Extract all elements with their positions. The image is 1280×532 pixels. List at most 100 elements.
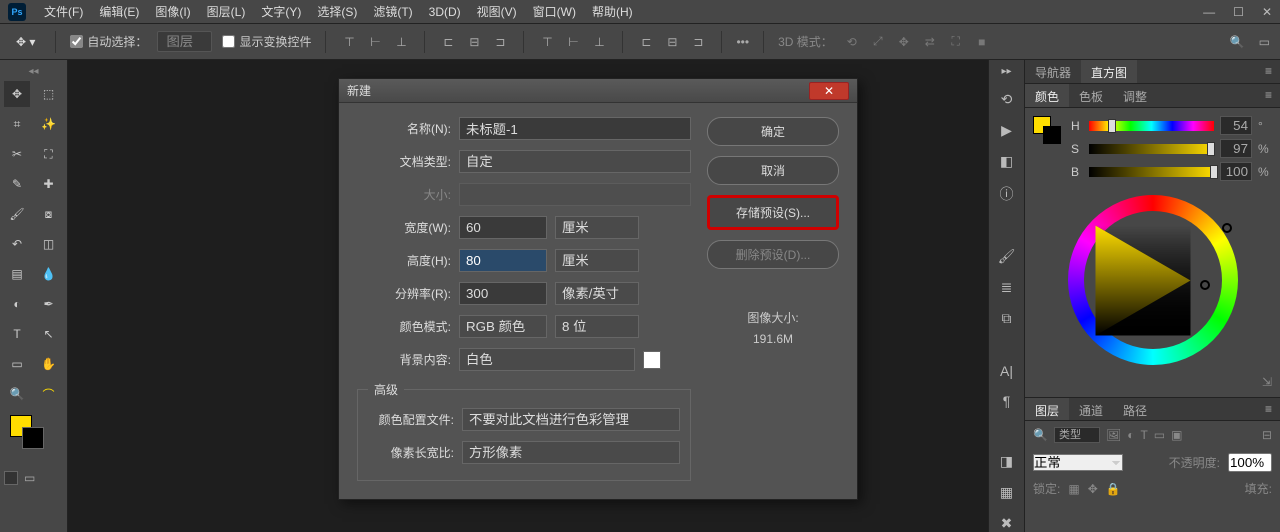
name-input[interactable] bbox=[459, 117, 691, 140]
colormode-select[interactable]: RGB 颜色 bbox=[459, 315, 547, 338]
channels-panel-icon[interactable]: ▦ bbox=[1000, 484, 1013, 501]
quickmask-icon[interactable] bbox=[4, 471, 18, 485]
align-bottom-icon[interactable]: ⊥ bbox=[392, 33, 410, 51]
distribute-vcenter-icon[interactable]: ⊢ bbox=[564, 33, 582, 51]
properties-panel-icon[interactable]: ◧ bbox=[1000, 153, 1013, 170]
3d-slide-icon[interactable]: ⇄ bbox=[921, 33, 939, 51]
minimize-icon[interactable]: — bbox=[1203, 5, 1215, 19]
align-right-icon[interactable]: ⊐ bbox=[491, 33, 509, 51]
clone-panel-icon[interactable]: ⧉ bbox=[1002, 310, 1012, 327]
pen-tool[interactable]: ✒ bbox=[36, 291, 62, 317]
auto-select-target[interactable]: 图层 bbox=[157, 31, 212, 52]
panel-menu-icon[interactable]: ≡ bbox=[1257, 60, 1280, 83]
cancel-button[interactable]: 取消 bbox=[707, 156, 839, 185]
menu-layer[interactable]: 图层(L) bbox=[199, 3, 254, 20]
menu-image[interactable]: 图像(I) bbox=[147, 3, 198, 20]
distribute-left-icon[interactable]: ⊏ bbox=[637, 33, 655, 51]
save-preset-button[interactable]: 存储预设(S)... bbox=[707, 195, 839, 230]
filter-adjust-icon[interactable]: ◐ bbox=[1127, 428, 1134, 442]
eyedropper-tool[interactable]: ✎ bbox=[4, 171, 30, 197]
move-tool-icon[interactable]: ✥ ▾ bbox=[10, 33, 41, 51]
bg-color-chip[interactable] bbox=[643, 351, 661, 369]
sat-input[interactable] bbox=[1220, 139, 1252, 158]
lock-position-icon[interactable]: ✥ bbox=[1088, 482, 1098, 496]
distribute-hcenter-icon[interactable]: ⊟ bbox=[663, 33, 681, 51]
3d-zoom-icon[interactable]: ⛶ bbox=[947, 33, 965, 51]
crop-tool[interactable]: ✂ bbox=[4, 141, 30, 167]
filter-type-icon[interactable]: T bbox=[1140, 428, 1147, 442]
close-icon[interactable]: ✕ bbox=[1262, 5, 1272, 19]
history-panel-icon[interactable]: ⟲ bbox=[1001, 91, 1013, 108]
3d-orbit-icon[interactable]: ⟲ bbox=[843, 33, 861, 51]
search-icon[interactable]: 🔍 bbox=[1230, 35, 1245, 49]
sat-slider[interactable] bbox=[1089, 144, 1214, 154]
screenmode-icon[interactable]: ▭ bbox=[24, 471, 35, 485]
menu-filter[interactable]: 滤镜(T) bbox=[365, 3, 420, 20]
move-tool[interactable]: ✥ bbox=[4, 81, 30, 107]
channels-tab[interactable]: 通道 bbox=[1069, 398, 1113, 420]
marquee-tool[interactable]: ⬚ bbox=[36, 81, 62, 107]
stamp-tool[interactable]: ⧇ bbox=[36, 201, 62, 227]
menu-file[interactable]: 文件(F) bbox=[36, 3, 91, 20]
blur-tool[interactable]: 💧 bbox=[36, 261, 62, 287]
panel-resize-icon[interactable]: ⇲ bbox=[1033, 375, 1272, 389]
hand-tool[interactable]: ✋ bbox=[36, 351, 62, 377]
blend-mode-select[interactable]: 正常 bbox=[1033, 454, 1123, 471]
type-tool[interactable]: T bbox=[4, 321, 30, 347]
shape-tool[interactable]: ▭ bbox=[4, 351, 30, 377]
bg-select[interactable]: 白色 bbox=[459, 348, 635, 371]
doctype-select[interactable]: 自定 bbox=[459, 150, 691, 173]
eraser-tool[interactable]: ◫ bbox=[36, 231, 62, 257]
gradient-tool[interactable]: ▤ bbox=[4, 261, 30, 287]
layers-tab[interactable]: 图层 bbox=[1025, 398, 1069, 420]
menu-type[interactable]: 文字(Y) bbox=[253, 3, 309, 20]
swatch-tab[interactable]: 色板 bbox=[1069, 84, 1113, 107]
menu-select[interactable]: 选择(S) bbox=[309, 3, 365, 20]
3d-camera-icon[interactable]: ■ bbox=[973, 33, 991, 51]
lock-all-icon[interactable]: 🔒 bbox=[1106, 482, 1121, 496]
maximize-icon[interactable]: ☐ bbox=[1233, 5, 1244, 19]
align-left-icon[interactable]: ⊏ bbox=[439, 33, 457, 51]
align-vcenter-icon[interactable]: ⊢ bbox=[366, 33, 384, 51]
3d-roll-icon[interactable]: ⤢ bbox=[869, 33, 887, 51]
aspect-select[interactable]: 方形像素 bbox=[462, 441, 680, 464]
resolution-unit-select[interactable]: 像素/英寸 bbox=[555, 282, 639, 305]
distribute-top-icon[interactable]: ⊤ bbox=[538, 33, 556, 51]
hue-slider[interactable] bbox=[1089, 121, 1214, 131]
workspace-icon[interactable]: ▭ bbox=[1259, 35, 1270, 49]
dialog-close-button[interactable]: ✕ bbox=[809, 82, 849, 100]
actions-panel-icon[interactable]: ▶ bbox=[1001, 122, 1012, 139]
lasso-tool[interactable]: ⌗ bbox=[4, 111, 30, 137]
bri-slider[interactable] bbox=[1089, 167, 1214, 177]
bri-input[interactable] bbox=[1220, 162, 1252, 181]
width-input[interactable] bbox=[459, 216, 547, 239]
character-panel-icon[interactable]: A| bbox=[1000, 363, 1013, 379]
filter-search-icon[interactable]: 🔍 bbox=[1033, 428, 1048, 442]
brush-tool[interactable]: 🖌 bbox=[4, 201, 30, 227]
distribute-right-icon[interactable]: ⊐ bbox=[689, 33, 707, 51]
colordepth-select[interactable]: 8 位 bbox=[555, 315, 639, 338]
menu-help[interactable]: 帮助(H) bbox=[584, 3, 641, 20]
height-unit-select[interactable]: 厘米 bbox=[555, 249, 639, 272]
menu-window[interactable]: 窗口(W) bbox=[525, 3, 584, 20]
lock-pixel-icon[interactable]: ▦ bbox=[1068, 482, 1079, 496]
menu-3d[interactable]: 3D(D) bbox=[421, 5, 469, 19]
color-swatches[interactable] bbox=[4, 415, 63, 451]
more-icon[interactable]: ••• bbox=[736, 35, 749, 49]
filter-pixel-icon[interactable]: 🖼 bbox=[1106, 428, 1121, 442]
filter-toggle[interactable]: ⊟ bbox=[1262, 428, 1272, 442]
resolution-input[interactable] bbox=[459, 282, 547, 305]
info-panel-icon[interactable]: ⓘ bbox=[1000, 184, 1014, 204]
auto-select-checkbox[interactable]: 自动选择： bbox=[70, 33, 147, 50]
extra-tool[interactable]: ⌒ bbox=[36, 381, 62, 407]
histogram-tab[interactable]: 直方图 bbox=[1081, 60, 1137, 83]
paragraph-panel-icon[interactable]: ¶ bbox=[1003, 393, 1011, 409]
panel-menu-icon[interactable]: ≡ bbox=[1257, 84, 1280, 107]
layers-panel-icon[interactable]: ◨ bbox=[1000, 453, 1013, 470]
opacity-input[interactable] bbox=[1228, 453, 1272, 472]
wand-tool[interactable]: ✨ bbox=[36, 111, 62, 137]
filter-smart-icon[interactable]: ▣ bbox=[1171, 428, 1182, 442]
brush-panel-icon[interactable]: 🖌 bbox=[998, 248, 1016, 265]
brush-presets-icon[interactable]: ≣ bbox=[1001, 279, 1013, 296]
menu-edit[interactable]: 编辑(E) bbox=[91, 3, 147, 20]
